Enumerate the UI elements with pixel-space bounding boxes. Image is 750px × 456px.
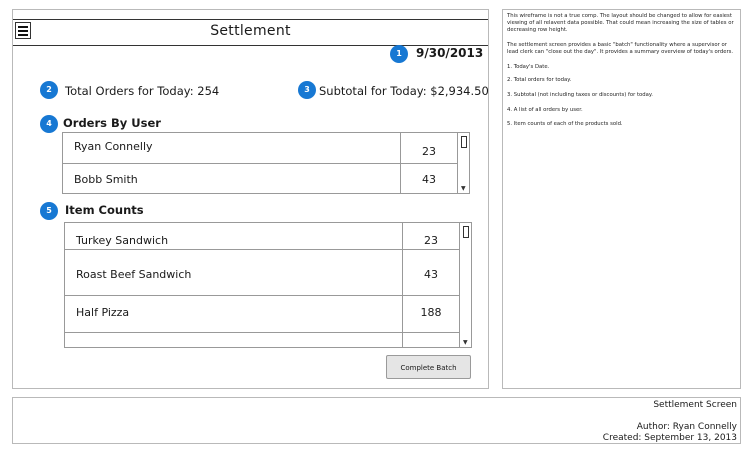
item-name: Half Pizza: [76, 306, 130, 319]
item-count: [402, 333, 459, 347]
note-item-1: 1. Today's Date.: [507, 64, 550, 70]
note-item-4: 4. A list of all orders by user.: [507, 107, 583, 113]
note-paragraph-2: The settlement screen provides a basic "…: [507, 42, 734, 55]
note-paragraph-1: This wireframe is not a true comp. The l…: [507, 13, 734, 33]
annotation-notes-panel: This wireframe is not a true comp. The l…: [502, 9, 741, 389]
item-counts-heading: Item Counts: [65, 203, 144, 217]
vertical-scrollbar[interactable]: ▼: [457, 133, 469, 193]
footer-panel: Settlement Screen Author: Ryan Connelly …: [12, 397, 741, 444]
table-row[interactable]: Ryan Connelly 23: [63, 133, 457, 164]
footer-created: Created: September 13, 2013: [602, 433, 737, 443]
user-name: Bobb Smith: [74, 173, 138, 186]
badge-1: 1: [390, 45, 408, 63]
title-bar: Settlement: [13, 19, 488, 46]
subtotal-label: Subtotal for Today: $2,934.50: [319, 84, 489, 98]
table-row[interactable]: Roast Beef Sandwich 43: [65, 250, 459, 296]
vertical-scrollbar[interactable]: ▼: [459, 223, 471, 347]
scrollbar-thumb[interactable]: [461, 136, 467, 148]
item-count: 188: [402, 296, 459, 332]
scrollbar-thumb[interactable]: [463, 226, 469, 238]
item-name: Roast Beef Sandwich: [76, 268, 192, 281]
scroll-down-arrow-icon[interactable]: ▼: [463, 339, 468, 346]
scroll-down-arrow-icon[interactable]: ▼: [461, 185, 466, 192]
table-row[interactable]: Turkey Sandwich 23: [65, 223, 459, 250]
note-item-5: 5. Item counts of each of the products s…: [507, 121, 623, 127]
footer-author: Author: Ryan Connelly: [636, 422, 737, 432]
orders-by-user-table: Ryan Connelly 23 Bobb Smith 43 ▼: [62, 132, 470, 194]
badge-5: 5: [40, 202, 58, 220]
footer-screen-name: Settlement Screen: [653, 400, 737, 410]
orders-by-user-heading: Orders By User: [63, 116, 161, 130]
item-count: 43: [402, 250, 459, 295]
date-label: 9/30/2013: [416, 46, 484, 60]
table-row[interactable]: Bobb Smith 43: [63, 164, 457, 193]
badge-2: 2: [40, 81, 58, 99]
note-item-3: 3. Subtotal (not including taxes or disc…: [507, 92, 653, 98]
badge-4: 4: [40, 115, 58, 133]
user-order-count: 43: [400, 164, 457, 193]
table-row[interactable]: Half Pizza 188: [65, 296, 459, 333]
item-count: 23: [402, 223, 459, 249]
user-name: Ryan Connelly: [74, 140, 153, 153]
page-title: Settlement: [210, 23, 291, 39]
table-row[interactable]: [65, 333, 459, 347]
note-item-2: 2. Total orders for today.: [507, 77, 572, 83]
item-counts-table: Turkey Sandwich 23 Roast Beef Sandwich 4…: [64, 222, 472, 348]
badge-3: 3: [298, 81, 316, 99]
item-name: Turkey Sandwich: [76, 234, 169, 247]
user-order-count: 23: [400, 133, 457, 163]
complete-batch-button[interactable]: Complete Batch: [386, 355, 471, 379]
main-panel: Settlement 1 9/30/2013 2 Total Orders fo…: [12, 9, 489, 389]
total-orders-label: Total Orders for Today: 254: [65, 84, 220, 98]
